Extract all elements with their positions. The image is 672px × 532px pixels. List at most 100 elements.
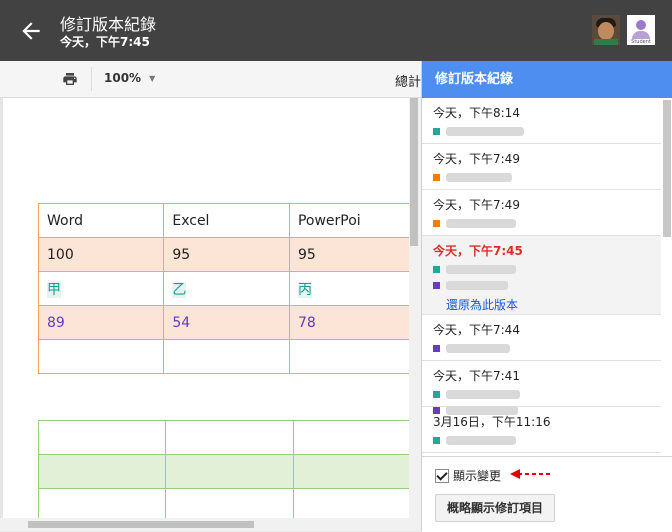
checkbox-checked-icon[interactable]	[435, 468, 449, 483]
table-row: Word Excel PowerPoi	[37, 203, 421, 238]
cell-text: 丙	[297, 281, 312, 298]
table-cell	[292, 488, 421, 518]
revision-time: 今天，下午7:49	[433, 198, 520, 212]
document-canvas[interactable]: Word Excel PowerPoi 100 95 95 甲 乙 丙 89 5…	[0, 98, 421, 518]
panel-footer: 顯示變更 概略顯示修訂項目	[422, 456, 672, 532]
cell-text: 甲	[47, 281, 61, 298]
revision-list[interactable]: 今天，下午8:14 今天，下午7:49 今天，下午7:49 今天，下午7:45 還原為此…	[422, 98, 661, 456]
table-cell	[37, 339, 165, 374]
revision-editor	[433, 389, 661, 400]
cell-text: 乙	[172, 281, 187, 298]
revision-item[interactable]: 今天，下午7:49	[422, 144, 661, 190]
table-cell	[37, 488, 167, 518]
revision-item[interactable]: 3月16日，下午11:16	[422, 407, 661, 453]
revision-item[interactable]: 今天，下午8:14	[422, 98, 661, 144]
show-changes-checkbox[interactable]: 顯示變更	[435, 467, 501, 484]
table-row: 89 54 78	[37, 305, 421, 340]
editor-name-redacted	[446, 344, 510, 353]
toolbar-divider	[91, 67, 92, 91]
revision-editor	[433, 343, 661, 354]
table-cell	[292, 454, 421, 489]
print-icon[interactable]	[62, 71, 78, 87]
table-cell: 95	[163, 237, 290, 272]
table-cell	[288, 339, 421, 374]
revision-item[interactable]: 今天，下午7:49	[422, 190, 661, 236]
summary-revisions-button[interactable]: 概略顯示修訂項目	[435, 494, 556, 522]
table-row	[37, 420, 421, 455]
table-cell: Word	[37, 203, 165, 238]
table-cell: 乙	[163, 271, 290, 306]
page-title: 修訂版本紀錄	[60, 15, 157, 34]
table-cell: 78	[288, 305, 421, 340]
table-cell	[37, 454, 167, 489]
table-cell	[165, 454, 294, 489]
panel-scroll-thumb[interactable]	[663, 100, 671, 237]
table-row: 甲 乙 丙	[37, 271, 421, 306]
editor-name-redacted	[446, 436, 516, 445]
restore-version-link[interactable]: 還原為此版本	[446, 296, 661, 313]
table-cell: 丙	[288, 271, 421, 306]
editor-name-redacted	[446, 281, 508, 290]
table-cell	[165, 420, 294, 455]
table-cell: Excel	[163, 203, 290, 238]
panel-title: 修訂版本紀錄	[422, 61, 672, 98]
revision-time: 3月16日，下午11:16	[433, 415, 551, 429]
revision-editor	[433, 172, 661, 183]
revision-editor	[433, 280, 661, 291]
zoom-value: 100%	[104, 71, 142, 85]
table-cell: 甲	[37, 271, 165, 306]
table-cell	[37, 420, 167, 455]
editor-color-swatch	[433, 220, 440, 227]
toolbar-total-label: 總計	[395, 75, 422, 90]
table-row: 100 95 95	[37, 237, 421, 272]
editor-color-swatch	[433, 174, 440, 181]
revision-time: 今天，下午7:49	[433, 152, 520, 166]
green-table	[37, 420, 421, 518]
revision-time: 今天，下午7:44	[433, 323, 520, 337]
student-avatar[interactable]: Student	[627, 15, 655, 45]
revision-editor	[433, 126, 661, 137]
revision-time: 今天，下午7:45	[433, 244, 523, 258]
red-arrow-icon	[510, 469, 550, 479]
table-cell	[163, 339, 290, 374]
document-horizontal-scroll-thumb[interactable]	[28, 521, 254, 528]
dropdown-caret-icon: ▼	[149, 74, 156, 83]
table-cell: 89	[37, 305, 165, 340]
editor-color-swatch	[433, 282, 440, 289]
user-avatar[interactable]	[592, 15, 620, 45]
show-changes-label: 顯示變更	[453, 469, 502, 483]
editor-name-redacted	[446, 219, 516, 228]
editor-name-redacted	[446, 127, 524, 136]
revision-history-panel: 修訂版本紀錄 今天，下午8:14 今天，下午7:49 今天，下午7:49 今天，下午7…	[421, 61, 672, 532]
table-row	[37, 454, 421, 489]
app-bar: 修訂版本紀錄 今天，下午7:45 Student	[0, 0, 672, 61]
page-edge	[0, 98, 3, 518]
revision-editor	[433, 218, 661, 229]
editor-color-swatch	[433, 128, 440, 135]
revision-item[interactable]: 今天，下午7:44	[422, 315, 661, 361]
table-cell	[165, 488, 294, 518]
avatar-label: Student	[631, 39, 651, 45]
table-cell	[292, 420, 421, 455]
revision-item[interactable]: 今天，下午7:41	[422, 361, 661, 415]
grades-table: Word Excel PowerPoi 100 95 95 甲 乙 丙 89 5…	[37, 203, 421, 374]
editor-color-swatch	[433, 437, 440, 444]
page-subtitle: 今天，下午7:45	[60, 35, 150, 49]
editor-color-swatch	[433, 391, 440, 398]
table-cell: 54	[163, 305, 290, 340]
revision-item-selected[interactable]: 今天，下午7:45 還原為此版本	[422, 236, 661, 315]
revision-time: 今天，下午8:14	[433, 106, 520, 120]
editor-name-redacted	[446, 390, 520, 399]
table-row	[37, 339, 421, 374]
editor-name-redacted	[446, 173, 512, 182]
editor-name-redacted	[446, 265, 516, 274]
revision-editor	[433, 264, 661, 275]
editor-color-swatch	[433, 266, 440, 273]
table-cell: 100	[37, 237, 165, 272]
table-cell: PowerPoi	[288, 203, 421, 238]
revision-editor	[433, 435, 661, 446]
document-vertical-scroll-thumb[interactable]	[410, 98, 418, 246]
revision-time: 今天，下午7:41	[433, 369, 520, 383]
zoom-dropdown[interactable]: 100% ▼	[104, 71, 155, 85]
back-arrow-icon[interactable]	[18, 18, 44, 44]
